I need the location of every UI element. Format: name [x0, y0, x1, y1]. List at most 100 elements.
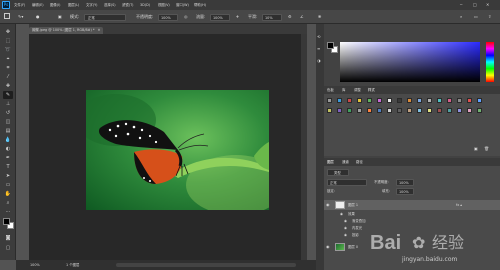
style-swatch[interactable] [467, 108, 472, 113]
style-swatch[interactable] [347, 108, 352, 113]
style-swatch[interactable] [367, 108, 372, 113]
style-swatch[interactable] [347, 98, 352, 103]
effects-badge-icon[interactable]: fx ▴ [456, 202, 462, 208]
hand-tool-icon[interactable]: ✋ [3, 190, 13, 198]
menu-item[interactable]: 选择(S) [104, 2, 116, 8]
zoom-level[interactable]: 100% [30, 262, 40, 268]
style-swatch[interactable] [447, 108, 452, 113]
eraser-tool-icon[interactable]: ◫ [3, 118, 13, 126]
effect-eye-icon[interactable]: ◉ [344, 232, 347, 238]
effect-eye-icon[interactable]: ◉ [344, 218, 347, 224]
layer-row-1[interactable]: ◉ 图层 1 fx ▴ [324, 200, 500, 210]
workspace-icon[interactable]: ▭ [474, 14, 478, 20]
layer-name[interactable]: 图层 1 [348, 202, 358, 208]
history-brush-tool-icon[interactable]: ↺ [3, 109, 13, 117]
type-tool-icon[interactable]: T [3, 163, 13, 171]
style-swatch[interactable] [417, 98, 422, 103]
menu-item[interactable]: 视图(V) [158, 2, 170, 8]
visibility-eye-icon[interactable]: ◉ [326, 202, 330, 208]
effect-drop-shadow[interactable]: 投影 [352, 232, 359, 238]
dodge-tool-icon[interactable]: ◐ [3, 145, 13, 153]
style-swatch[interactable] [357, 98, 362, 103]
ps-logo-icon[interactable]: Ps [2, 1, 10, 9]
flow-input[interactable]: 100% [210, 14, 230, 21]
layer-fill-input[interactable]: 100% [396, 188, 414, 195]
style-swatch[interactable] [387, 98, 392, 103]
mode-select[interactable]: 正常 [84, 14, 126, 21]
brush-size-icon[interactable]: ● [36, 14, 40, 20]
screen-mode-icon[interactable]: ▢ [3, 244, 13, 252]
pen-tool-icon[interactable]: ✒ [3, 154, 13, 162]
style-swatch[interactable] [437, 98, 442, 103]
quick-select-tool-icon[interactable]: ⌖ [3, 55, 13, 63]
style-swatch[interactable] [387, 108, 392, 113]
smoothing-input[interactable]: 10% [262, 14, 282, 21]
tab-adjustments[interactable]: 调整 [354, 87, 361, 93]
stamp-tool-icon[interactable]: ⊥ [3, 100, 13, 108]
quick-mask-icon[interactable]: ◙ [3, 234, 13, 242]
style-swatch[interactable] [447, 98, 452, 103]
style-swatch[interactable] [457, 98, 462, 103]
crop-tool-icon[interactable]: ⌗ [3, 64, 13, 72]
menu-item[interactable]: 滤镜(T) [122, 2, 134, 8]
style-swatch[interactable] [367, 98, 372, 103]
style-swatch[interactable] [327, 108, 332, 113]
visibility-eye-icon[interactable]: ◉ [326, 244, 330, 250]
foreground-color-swatch[interactable] [3, 218, 10, 225]
document-tab[interactable]: 蝴蝶.jpeg @ 100% (图层 1, RGB/8#) * ✕ [29, 27, 104, 34]
opacity-input[interactable]: 100% [158, 14, 178, 21]
layer-filter-select[interactable]: 类型 [327, 169, 349, 176]
lasso-tool-icon[interactable]: ➰ [3, 46, 13, 54]
menu-item[interactable]: 图层(L) [68, 2, 79, 8]
style-swatch[interactable] [477, 98, 482, 103]
menu-item[interactable]: 编辑(E) [32, 2, 44, 8]
window-maximize-icon[interactable]: □ [473, 2, 477, 8]
airbrush-icon[interactable]: ✈ [236, 14, 239, 20]
search-icon[interactable]: ⌕ [460, 14, 462, 20]
style-swatch[interactable] [437, 108, 442, 113]
style-swatch[interactable] [407, 108, 412, 113]
hue-slider[interactable] [486, 42, 494, 82]
style-swatch[interactable] [457, 108, 462, 113]
more-tools-icon[interactable]: ⋯ [3, 208, 13, 216]
tab-layers[interactable]: 图层 [327, 159, 334, 165]
style-swatch[interactable] [377, 108, 382, 113]
vertical-scrollbar[interactable] [301, 34, 307, 260]
move-tool-icon[interactable]: ✥ [3, 28, 13, 36]
style-swatch[interactable] [397, 108, 402, 113]
shape-tool-icon[interactable]: ▭ [3, 181, 13, 189]
share-icon[interactable]: ⇪ [488, 14, 491, 20]
horizontal-scrollbar[interactable] [116, 263, 296, 267]
color-picker-field[interactable] [340, 42, 480, 82]
style-swatch[interactable] [337, 98, 342, 103]
effect-inner-glow[interactable]: 内发光 [352, 225, 362, 231]
style-swatch[interactable] [427, 98, 432, 103]
brush-panel-icon[interactable]: ▣ [58, 14, 62, 20]
tab-paths[interactable]: 路径 [356, 159, 363, 165]
pressure-opacity-icon[interactable]: ◎ [184, 14, 188, 20]
healing-tool-icon[interactable]: ✚ [3, 82, 13, 90]
symmetry-icon[interactable]: ❋ [318, 14, 321, 20]
window-close-icon[interactable]: ✕ [486, 2, 489, 8]
delete-style-icon[interactable]: 🗑 [484, 146, 489, 152]
blend-mode-select[interactable]: 正常 [327, 179, 367, 186]
style-swatch[interactable] [477, 108, 482, 113]
menu-item[interactable]: 3D(D) [140, 2, 150, 8]
style-swatch[interactable] [337, 108, 342, 113]
tab-styles[interactable]: 样式 [368, 87, 375, 93]
canvas-image[interactable] [86, 90, 269, 210]
menu-item[interactable]: 文字(Y) [86, 2, 98, 8]
menu-item[interactable]: 文件(F) [14, 2, 25, 8]
blur-tool-icon[interactable]: 💧 [3, 136, 13, 144]
style-swatch[interactable] [467, 98, 472, 103]
close-tab-icon[interactable]: ✕ [98, 28, 101, 32]
angle-icon[interactable]: ∠ [300, 14, 304, 20]
style-swatch[interactable] [417, 108, 422, 113]
style-swatch[interactable] [397, 98, 402, 103]
new-style-icon[interactable]: ▣ [474, 146, 478, 152]
path-select-tool-icon[interactable]: ➤ [3, 172, 13, 180]
window-minimize-icon[interactable]: ─ [460, 2, 462, 8]
tab-libraries[interactable]: 库 [342, 87, 345, 93]
properties-panel-icon[interactable]: ≡ [317, 46, 320, 52]
history-panel-icon[interactable]: ⟲ [317, 34, 320, 40]
